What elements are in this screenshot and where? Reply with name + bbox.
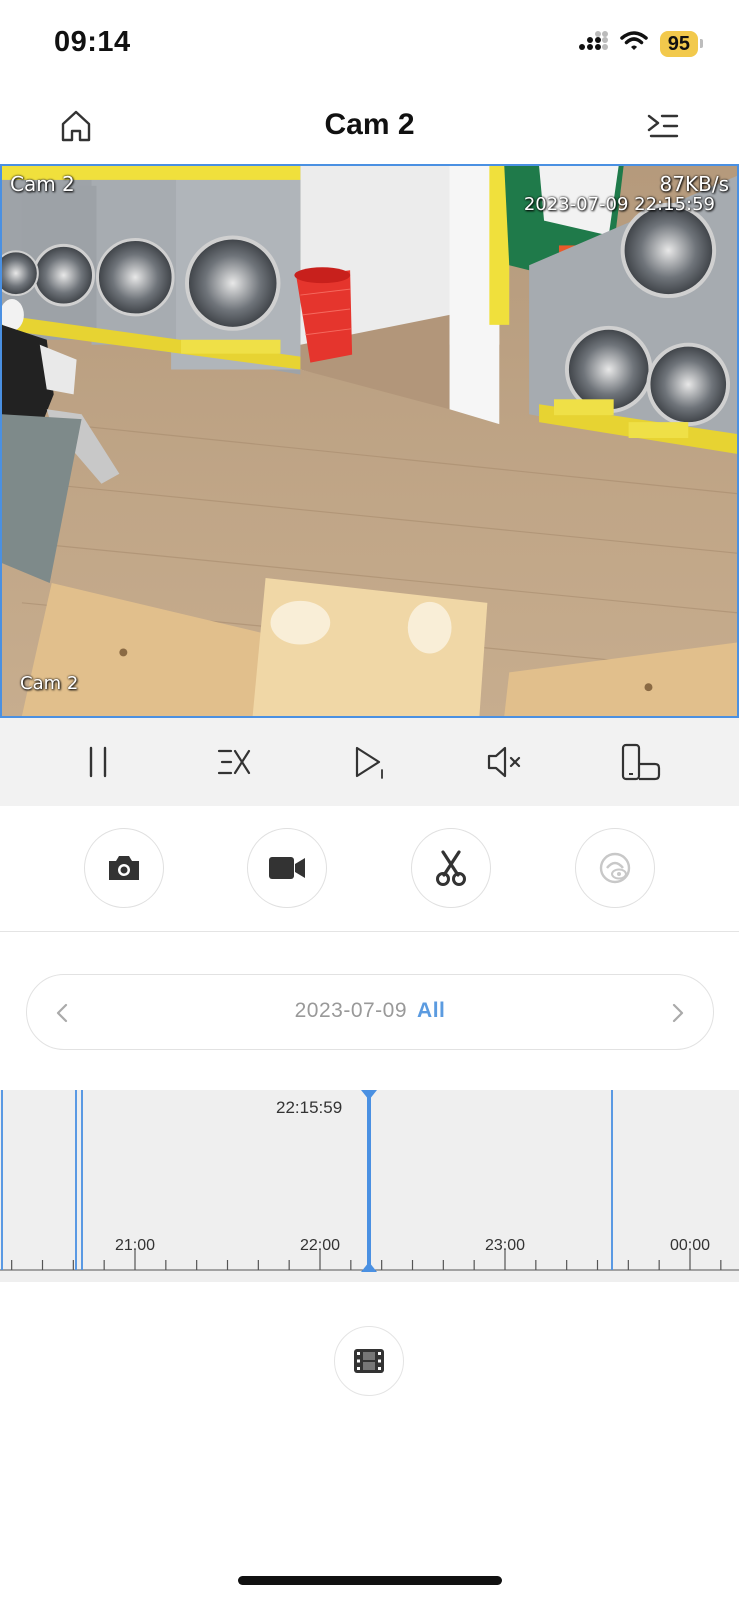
- video-player[interactable]: Cam 2 87KB/s 2023-07-09 22:15:59 Cam 2: [0, 164, 739, 718]
- scissors-icon: [436, 850, 466, 886]
- playback-timeline[interactable]: 21:00 22:00 23:00 00:00 22:15:59: [0, 1090, 739, 1282]
- timeline-hour-label: 21:00: [115, 1237, 155, 1254]
- playhead-bottom-handle[interactable]: [361, 1262, 377, 1272]
- pause-button[interactable]: [76, 740, 120, 784]
- battery-tip: [700, 39, 703, 48]
- selected-date[interactable]: 2023-07-09: [295, 999, 407, 1022]
- osd-bitrate: 87KB/s: [659, 172, 729, 196]
- record-type-filter[interactable]: All: [417, 999, 445, 1022]
- next-day-button[interactable]: [663, 999, 691, 1027]
- clip-button[interactable]: [411, 828, 491, 908]
- privacy-mask-button[interactable]: [575, 828, 655, 908]
- playback-speed-button[interactable]: [212, 740, 256, 784]
- date-display[interactable]: 2023-07-09 All: [27, 999, 713, 1023]
- next-frame-button[interactable]: [347, 740, 391, 784]
- playhead-top-handle[interactable]: [361, 1090, 377, 1100]
- timeline-hour-label: 23:00: [485, 1237, 525, 1254]
- timeline-current-time: 22:15:59: [276, 1098, 343, 1117]
- snapshot-button[interactable]: [84, 828, 164, 908]
- page-title: Cam 2: [324, 108, 415, 141]
- status-time: 09:14: [54, 26, 131, 58]
- speed-icon: [217, 749, 250, 775]
- mute-button[interactable]: [483, 740, 527, 784]
- recordings-list-button[interactable]: [334, 1326, 404, 1396]
- chevron-right-icon: [672, 1003, 684, 1023]
- rotate-screen-button[interactable]: [619, 740, 663, 784]
- record-button[interactable]: [247, 828, 327, 908]
- timeline-hour-label: 00:00: [670, 1237, 710, 1254]
- mute-icon: [488, 746, 521, 778]
- timeline-track[interactable]: 21:00 22:00 23:00 00:00: [0, 1090, 739, 1282]
- film-strip-icon: [354, 1349, 384, 1373]
- camera-feed-image: [2, 166, 737, 716]
- camera-icon: [109, 856, 139, 880]
- osd-camera-label: Cam 2: [10, 172, 75, 196]
- header: Cam 2: [0, 88, 739, 164]
- channel-list-button[interactable]: [643, 106, 683, 146]
- cellular-signal-icon: [578, 31, 608, 56]
- playback-controls: [0, 718, 739, 806]
- status-bar: 09:14 95: [0, 0, 739, 88]
- list-menu-icon: [647, 114, 679, 138]
- osd-timestamp: 2023-07-09 22:15:59: [523, 194, 715, 215]
- video-record-icon: [269, 857, 305, 879]
- pause-icon: [89, 746, 107, 778]
- next-frame-icon: [356, 746, 384, 779]
- eye-privacy-icon: [599, 852, 631, 884]
- action-buttons: [0, 806, 739, 932]
- date-selector: 2023-07-09 All: [26, 974, 714, 1050]
- osd-camera-label-bottom: Cam 2: [20, 673, 79, 694]
- wifi-icon: [620, 30, 648, 57]
- battery-indicator: 95: [659, 30, 698, 57]
- status-icons: 95: [578, 30, 703, 57]
- timeline-hour-label: 22:00: [300, 1237, 340, 1254]
- rotate-screen-icon: [621, 743, 661, 781]
- home-indicator: [238, 1576, 502, 1585]
